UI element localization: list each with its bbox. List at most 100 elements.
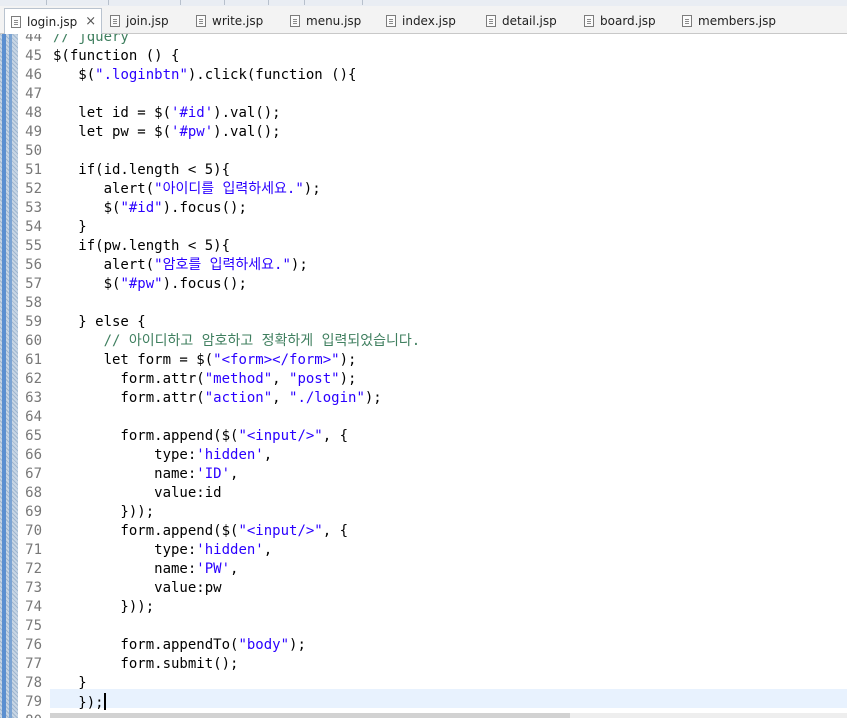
line-number: 70 bbox=[25, 523, 42, 539]
code-line[interactable]: })); bbox=[53, 598, 154, 617]
string-token: "./login" bbox=[289, 390, 365, 406]
tab-label: menu.jsp bbox=[306, 14, 362, 28]
code-token: ); bbox=[339, 371, 357, 387]
code-line[interactable]: name:'ID', bbox=[53, 465, 238, 484]
string-token: "<input/>" bbox=[238, 523, 323, 539]
line-number: 45 bbox=[25, 48, 42, 64]
code-line[interactable]: type:'hidden', bbox=[53, 541, 272, 560]
line-number: 64 bbox=[25, 409, 42, 425]
jsp-file-icon bbox=[386, 15, 396, 27]
comment-token: // 아이디하고 암호하고 정확하게 입력되었습니다. bbox=[103, 333, 421, 349]
code-token: form.append($( bbox=[53, 523, 239, 539]
code-line[interactable]: // 아이디하고 암호하고 정확하게 입력되었습니다. bbox=[53, 332, 421, 351]
code-token: $( bbox=[53, 276, 121, 292]
code-line[interactable]: form.submit(); bbox=[53, 655, 238, 674]
code-line[interactable]: form.append($("<input/>", { bbox=[53, 522, 348, 541]
scrollbar-thumb[interactable] bbox=[50, 713, 570, 718]
code-line[interactable]: } bbox=[53, 674, 87, 693]
jsp-file-icon bbox=[110, 15, 120, 27]
line-number: 74 bbox=[25, 599, 42, 615]
code-line[interactable]: $(function () { bbox=[53, 47, 179, 66]
tab-write-jsp[interactable]: write.jsp bbox=[190, 9, 280, 33]
tab-label: join.jsp bbox=[126, 14, 169, 28]
code-line[interactable]: } bbox=[53, 218, 87, 237]
code-token: } bbox=[53, 219, 87, 235]
code-line[interactable]: form.attr("method", "post"); bbox=[53, 370, 356, 389]
change-ruler bbox=[0, 34, 18, 718]
code-line[interactable]: form.appendTo("body"); bbox=[53, 636, 305, 655]
code-line[interactable]: $("#id").focus(); bbox=[53, 199, 247, 218]
line-number: 63 bbox=[25, 390, 42, 406]
code-token: , bbox=[263, 447, 273, 463]
line-number: 53 bbox=[25, 200, 42, 216]
line-number: 80 bbox=[18, 712, 42, 718]
code-line[interactable]: if(pw.length < 5){ bbox=[53, 237, 230, 256]
code-line[interactable]: // jquery bbox=[53, 34, 129, 47]
code-line[interactable]: type:'hidden', bbox=[53, 446, 272, 465]
tab-menu-jsp[interactable]: menu.jsp bbox=[284, 9, 376, 33]
tab-label: write.jsp bbox=[212, 14, 264, 28]
tab-members-jsp[interactable]: members.jsp bbox=[676, 9, 786, 33]
current-line-highlight bbox=[50, 689, 847, 708]
tab-label: members.jsp bbox=[698, 14, 776, 28]
code-token: }); bbox=[53, 695, 104, 711]
horizontal-scrollbar[interactable] bbox=[50, 713, 847, 718]
line-number: 78 bbox=[25, 675, 42, 691]
code-line[interactable]: $(".loginbtn").click(function (){ bbox=[53, 66, 356, 85]
tab-index-jsp[interactable]: index.jsp bbox=[380, 9, 476, 33]
code-line[interactable]: name:'PW', bbox=[53, 560, 238, 579]
code-line[interactable]: let form = $("<form></form>"); bbox=[53, 351, 357, 370]
code-line[interactable]: form.attr("action", "./login"); bbox=[53, 389, 381, 408]
code-line[interactable]: value:pw bbox=[53, 579, 221, 598]
line-number: 58 bbox=[25, 295, 42, 311]
code-token: if(id.length < 5){ bbox=[53, 162, 231, 178]
line-number: 73 bbox=[25, 580, 42, 596]
code-token: type: bbox=[53, 447, 197, 463]
close-icon[interactable]: × bbox=[85, 15, 96, 28]
tab-join-jsp[interactable]: join.jsp bbox=[104, 9, 186, 33]
code-line[interactable]: let id = $('#id').val(); bbox=[53, 104, 281, 123]
code-token: ); bbox=[339, 352, 357, 368]
line-number: 71 bbox=[25, 542, 42, 558]
code-token: let id = $( bbox=[53, 105, 172, 121]
line-number: 77 bbox=[25, 656, 42, 672]
line-number: 48 bbox=[25, 105, 42, 121]
code-line[interactable]: alert("아이디를 입력하세요."); bbox=[53, 180, 321, 199]
line-number: 69 bbox=[25, 504, 42, 520]
code-token: let pw = $( bbox=[53, 124, 172, 140]
code-line[interactable]: } else { bbox=[53, 313, 145, 332]
jsp-file-icon bbox=[682, 15, 692, 27]
tab-login-jsp[interactable]: login.jsp × bbox=[4, 8, 102, 34]
code-token: $( bbox=[53, 67, 96, 83]
code-token: if(pw.length < 5){ bbox=[53, 238, 231, 254]
line-number: 60 bbox=[25, 333, 42, 349]
code-token: ); bbox=[303, 181, 321, 197]
line-number: 66 bbox=[25, 447, 42, 463]
code-line[interactable]: if(id.length < 5){ bbox=[53, 161, 230, 180]
code-editor[interactable]: 44 45 46 47 48 49 50 51 52 53 54 55 56 57 58 59 60 61 62 63… bbox=[0, 34, 847, 718]
code-token: })); bbox=[53, 504, 155, 520]
code-token: alert( bbox=[53, 181, 155, 197]
comment-token: // jquery bbox=[53, 34, 129, 45]
string-token: "#pw" bbox=[120, 276, 163, 292]
line-number: 50 bbox=[25, 143, 42, 159]
code-line[interactable]: let pw = $('#pw').val(); bbox=[53, 123, 280, 142]
code-token: , bbox=[272, 390, 290, 406]
code-token: ).val(); bbox=[213, 105, 281, 121]
code-line[interactable]: }); bbox=[53, 693, 106, 712]
jsp-file-icon bbox=[290, 15, 300, 27]
code-line[interactable]: })); bbox=[53, 503, 154, 522]
line-number: 59 bbox=[25, 314, 42, 330]
code-line[interactable]: $("#pw").focus(); bbox=[53, 275, 247, 294]
code-line[interactable]: form.append($("<input/>", { bbox=[53, 427, 348, 446]
code-line[interactable]: alert("암호를 입력하세요."); bbox=[53, 256, 308, 275]
tab-board-jsp[interactable]: board.jsp bbox=[578, 9, 674, 33]
jsp-file-icon bbox=[196, 15, 206, 27]
code-token: } bbox=[53, 675, 87, 691]
tab-detail-jsp[interactable]: detail.jsp bbox=[480, 9, 576, 33]
code-token: value:id bbox=[53, 485, 222, 501]
code-line[interactable]: value:id bbox=[53, 484, 222, 503]
string-token: '#id' bbox=[171, 105, 214, 121]
code-token: , bbox=[230, 561, 239, 577]
line-number: 65 bbox=[25, 428, 42, 444]
